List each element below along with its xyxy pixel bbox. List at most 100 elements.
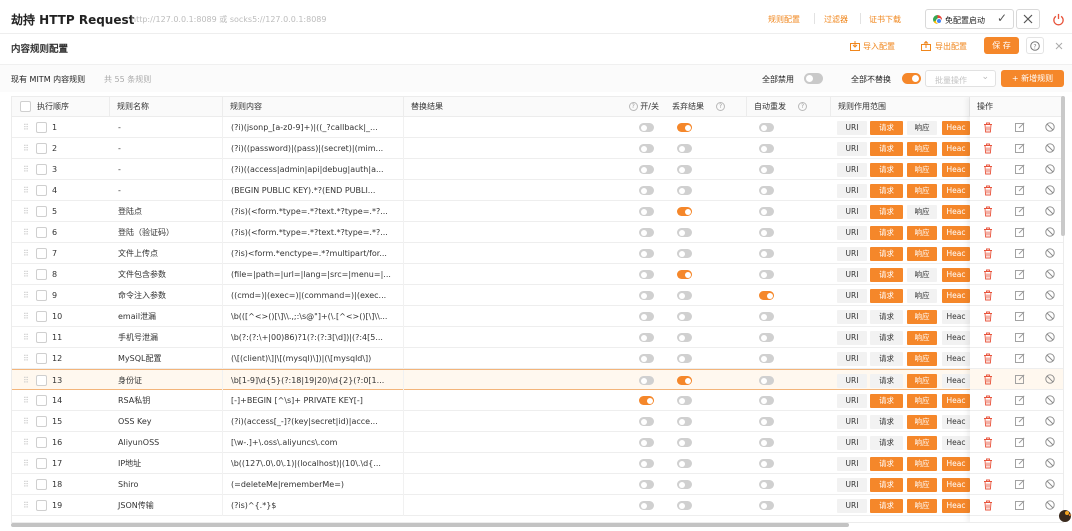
auto-resend-switch[interactable] bbox=[759, 376, 774, 385]
drag-handle-icon[interactable]: ⠿ bbox=[23, 117, 29, 138]
help-button[interactable]: ? bbox=[1026, 37, 1044, 54]
row-checkbox[interactable] bbox=[36, 290, 47, 301]
edit-icon[interactable] bbox=[1014, 226, 1026, 238]
delete-icon[interactable] bbox=[982, 184, 994, 196]
auto-resend-switch[interactable] bbox=[759, 354, 774, 363]
delete-icon[interactable] bbox=[982, 310, 994, 322]
launch-status[interactable]: 免配置启动 ✓ bbox=[925, 9, 1014, 29]
auto-resend-switch[interactable] bbox=[759, 186, 774, 195]
delete-icon[interactable] bbox=[982, 247, 994, 259]
scope-tag-response[interactable]: 响应 bbox=[907, 352, 937, 366]
row-checkbox[interactable] bbox=[36, 311, 47, 322]
disable-icon[interactable] bbox=[1044, 310, 1056, 322]
close-button[interactable] bbox=[1016, 9, 1040, 29]
import-config-button[interactable]: 导入配置 bbox=[863, 41, 895, 52]
rule-enable-switch[interactable] bbox=[639, 186, 654, 195]
edit-icon[interactable] bbox=[1014, 373, 1026, 385]
delete-icon[interactable] bbox=[982, 373, 994, 385]
table-row[interactable]: ⠿ 16 AliyunOSS [\w-.]+\.oss\.aliyuncs\.com U… bbox=[12, 432, 1063, 453]
save-result-switch[interactable] bbox=[677, 228, 692, 237]
table-row[interactable]: ⠿ 19 JSON传输 (?is)^{.*}$ URI 请求 响应 Heac bbox=[12, 495, 1063, 516]
row-checkbox[interactable] bbox=[36, 353, 47, 364]
delete-icon[interactable] bbox=[982, 352, 994, 364]
drag-handle-icon[interactable]: ⠿ bbox=[23, 264, 29, 285]
disable-icon[interactable] bbox=[1044, 394, 1056, 406]
scope-tag-response[interactable]: 响应 bbox=[907, 331, 937, 345]
scope-tag-uri[interactable]: URI bbox=[837, 394, 867, 408]
scope-tag-header[interactable]: Heac bbox=[942, 226, 970, 240]
edit-icon[interactable] bbox=[1014, 310, 1026, 322]
delete-icon[interactable] bbox=[982, 415, 994, 427]
scope-tag-header[interactable]: Heac bbox=[942, 331, 970, 345]
scope-tag-response[interactable]: 响应 bbox=[907, 478, 937, 492]
scope-tag-request[interactable]: 请求 bbox=[870, 205, 903, 219]
save-button[interactable]: 保 存 bbox=[984, 37, 1019, 54]
scope-tag-header[interactable]: Heac bbox=[942, 352, 970, 366]
edit-icon[interactable] bbox=[1014, 352, 1026, 364]
row-checkbox[interactable] bbox=[36, 122, 47, 133]
auto-resend-switch[interactable] bbox=[759, 501, 774, 510]
scope-tag-request[interactable]: 请求 bbox=[870, 436, 903, 450]
drag-handle-icon[interactable]: ⠿ bbox=[23, 306, 29, 327]
row-checkbox[interactable] bbox=[36, 375, 47, 386]
scope-tag-uri[interactable]: URI bbox=[837, 457, 867, 471]
table-row[interactable]: ⠿ 18 Shiro (=deleteMe|rememberMe=) URI 请求 响应 He… bbox=[12, 474, 1063, 495]
save-result-switch[interactable] bbox=[677, 291, 692, 300]
rule-enable-switch[interactable] bbox=[639, 207, 654, 216]
scope-tag-request[interactable]: 请求 bbox=[870, 499, 903, 513]
edit-icon[interactable] bbox=[1014, 247, 1026, 259]
scope-tag-header[interactable]: Heac bbox=[942, 436, 970, 450]
edit-icon[interactable] bbox=[1014, 121, 1026, 133]
scope-tag-request[interactable]: 请求 bbox=[870, 394, 903, 408]
drag-handle-icon[interactable]: ⠿ bbox=[23, 495, 29, 516]
save-result-switch[interactable] bbox=[677, 186, 692, 195]
scope-tag-header[interactable]: Heac bbox=[942, 289, 970, 303]
drag-handle-icon[interactable]: ⠿ bbox=[23, 243, 29, 264]
scope-tag-uri[interactable]: URI bbox=[837, 436, 867, 450]
drag-handle-icon[interactable]: ⠿ bbox=[23, 474, 29, 495]
scope-tag-header[interactable]: Heac bbox=[942, 499, 970, 513]
delete-icon[interactable] bbox=[982, 331, 994, 343]
disable-icon[interactable] bbox=[1044, 121, 1056, 133]
scope-tag-uri[interactable]: URI bbox=[837, 415, 867, 429]
rule-enable-switch[interactable] bbox=[639, 123, 654, 132]
select-all-checkbox[interactable] bbox=[20, 101, 31, 112]
save-result-switch[interactable] bbox=[677, 270, 692, 279]
auto-resend-switch[interactable] bbox=[759, 123, 774, 132]
scope-tag-request[interactable]: 请求 bbox=[870, 226, 903, 240]
table-row[interactable]: ⠿ 10 email泄漏 \b(([^<>()[\]\\.,;:\s@"]+(\.[^… bbox=[12, 306, 1063, 327]
scope-tag-header[interactable]: Heac bbox=[942, 394, 970, 408]
row-checkbox[interactable] bbox=[36, 227, 47, 238]
drag-handle-icon[interactable]: ⠿ bbox=[23, 411, 29, 432]
vertical-scrollbar[interactable] bbox=[1061, 96, 1065, 236]
scope-tag-response[interactable]: 响应 bbox=[907, 247, 937, 261]
auto-resend-switch[interactable] bbox=[759, 480, 774, 489]
drag-handle-icon[interactable]: ⠿ bbox=[23, 222, 29, 243]
drag-handle-icon[interactable]: ⠿ bbox=[23, 138, 29, 159]
edit-icon[interactable] bbox=[1014, 436, 1026, 448]
scope-tag-request[interactable]: 请求 bbox=[870, 121, 903, 135]
save-result-switch[interactable] bbox=[677, 249, 692, 258]
rule-enable-switch[interactable] bbox=[639, 144, 654, 153]
delete-icon[interactable] bbox=[982, 394, 994, 406]
save-result-switch[interactable] bbox=[677, 438, 692, 447]
scope-tag-uri[interactable]: URI bbox=[837, 478, 867, 492]
edit-icon[interactable] bbox=[1014, 394, 1026, 406]
delete-icon[interactable] bbox=[982, 163, 994, 175]
rule-enable-switch[interactable] bbox=[639, 354, 654, 363]
row-checkbox[interactable] bbox=[36, 248, 47, 259]
delete-icon[interactable] bbox=[982, 121, 994, 133]
scope-tag-uri[interactable]: URI bbox=[837, 142, 867, 156]
save-result-switch[interactable] bbox=[677, 312, 692, 321]
table-row[interactable]: ⠿ 7 文件上传点 (?is)<form.*enctype=.*?multipart/… bbox=[12, 243, 1063, 264]
rule-enable-switch[interactable] bbox=[639, 165, 654, 174]
scope-tag-uri[interactable]: URI bbox=[837, 499, 867, 513]
disable-icon[interactable] bbox=[1044, 163, 1056, 175]
auto-resend-switch[interactable] bbox=[759, 333, 774, 342]
scope-tag-response[interactable]: 响应 bbox=[907, 436, 937, 450]
rule-enable-switch[interactable] bbox=[639, 228, 654, 237]
no-replace-switch[interactable] bbox=[902, 73, 921, 84]
scope-tag-request[interactable]: 请求 bbox=[870, 478, 903, 492]
row-checkbox[interactable] bbox=[36, 500, 47, 511]
horizontal-scrollbar[interactable] bbox=[11, 523, 849, 527]
